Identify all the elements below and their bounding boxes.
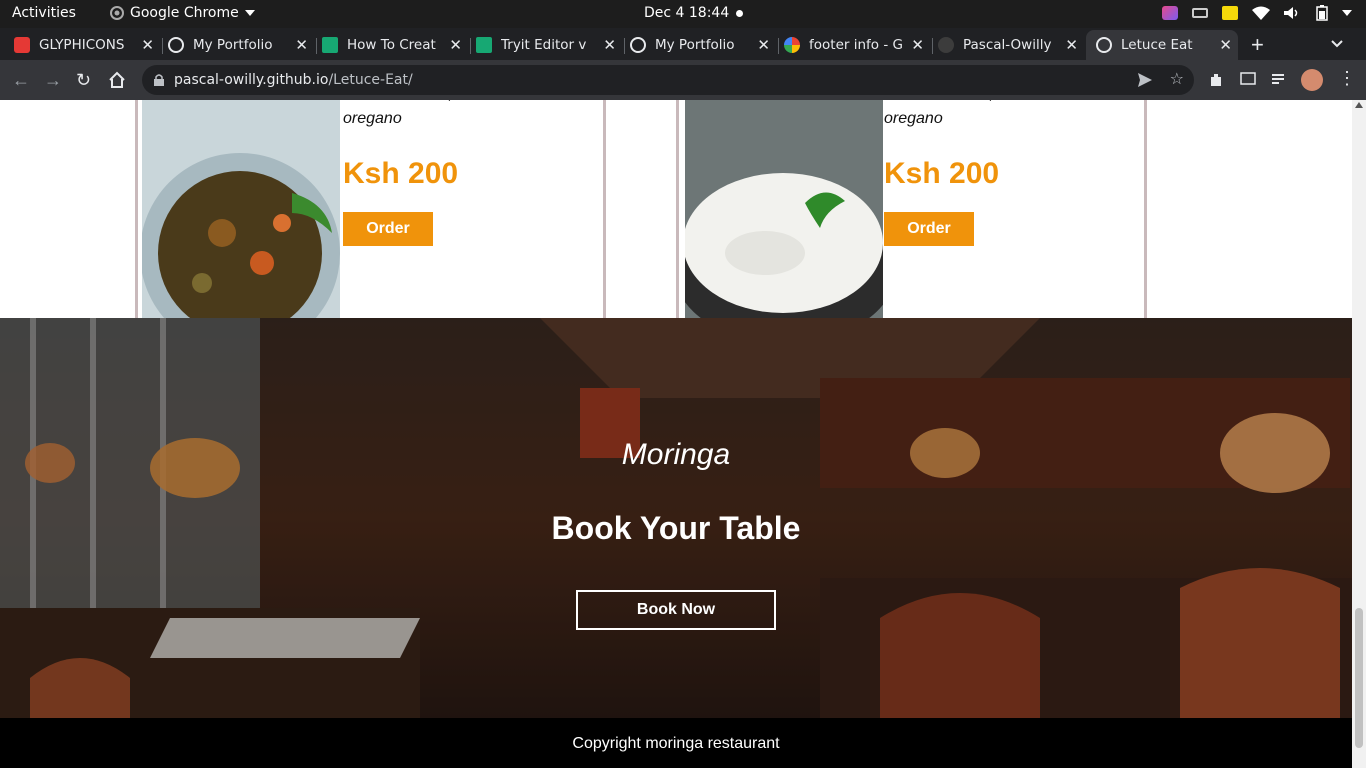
tab[interactable]: My Portfolio ✕ xyxy=(168,30,314,60)
wifi-icon xyxy=(1252,6,1270,20)
close-icon[interactable]: ✕ xyxy=(141,36,154,54)
url-path: /Letuce-Eat/ xyxy=(328,72,413,88)
new-tab-button[interactable]: + xyxy=(1251,32,1264,58)
tab-divider xyxy=(316,38,317,54)
google-icon xyxy=(784,37,800,53)
book-now-button[interactable]: Book Now xyxy=(576,590,776,630)
tab-search-icon[interactable] xyxy=(1331,40,1343,48)
dish-image-stew xyxy=(142,100,340,333)
hero-heading: Book Your Table xyxy=(551,510,801,546)
scrollbar-thumb[interactable] xyxy=(1355,608,1363,748)
media-queue-icon[interactable] xyxy=(1272,73,1288,87)
tab-strip: GLYPHICONS ✕ My Portfolio ✕ How To Creat… xyxy=(0,28,1366,60)
close-icon[interactable]: ✕ xyxy=(603,36,616,54)
hero-tagline: Moringa xyxy=(621,438,731,471)
cast-icon[interactable] xyxy=(1240,72,1256,86)
order-button[interactable]: Order xyxy=(884,212,974,246)
close-icon[interactable]: ✕ xyxy=(911,36,924,54)
github-icon xyxy=(938,37,954,53)
home-icon[interactable] xyxy=(108,71,126,89)
tab-divider xyxy=(470,38,471,54)
url-bar[interactable]: pascal-owilly.github.io /Letuce-Eat/ ☆ xyxy=(142,65,1194,95)
system-top-bar: Activities Google Chrome Dec 4 18:44 xyxy=(0,0,1366,28)
close-icon[interactable]: ✕ xyxy=(1219,36,1232,54)
clock[interactable]: Dec 4 18:44 xyxy=(644,5,729,21)
lock-icon xyxy=(154,74,164,86)
glyphicons-icon xyxy=(14,37,30,53)
booking-hero: Moringa Book Your Table Book Now xyxy=(0,318,1352,718)
page-viewport: Tomato source, mozzarella & oregano Ksh … xyxy=(0,100,1352,768)
tab[interactable]: GLYPHICONS ✕ xyxy=(14,30,160,60)
close-icon[interactable]: ✕ xyxy=(449,36,462,54)
volume-icon xyxy=(1284,7,1298,19)
tab[interactable]: My Portfolio ✕ xyxy=(630,30,776,60)
url-host: pascal-owilly.github.io xyxy=(174,72,329,88)
globe-icon xyxy=(1096,37,1112,53)
tab-divider xyxy=(624,38,625,54)
close-icon[interactable]: ✕ xyxy=(1065,36,1078,54)
send-icon[interactable] xyxy=(1138,73,1152,87)
notes-icon xyxy=(1222,6,1238,20)
bookmark-star-icon[interactable]: ☆ xyxy=(1170,69,1184,88)
close-icon[interactable]: ✕ xyxy=(295,36,308,54)
tab-divider xyxy=(932,38,933,54)
chevron-down-icon xyxy=(1342,10,1352,16)
chevron-down-icon xyxy=(244,10,255,16)
toolbar: ← → ↻ pascal-owilly.github.io /Letuce-Ea… xyxy=(0,60,1366,100)
footer-copyright: Copyright moringa restaurant xyxy=(572,735,780,752)
tab[interactable]: Tryit Editor v ✕ xyxy=(476,30,622,60)
order-button[interactable]: Order xyxy=(343,212,433,246)
tab[interactable]: How To Creat ✕ xyxy=(322,30,468,60)
drive-icon xyxy=(1192,8,1208,18)
battery-icon xyxy=(1316,5,1328,21)
tab-divider xyxy=(778,38,779,54)
dish-description: Tomato source, mozzarella & oregano xyxy=(343,100,550,127)
chrome-icon xyxy=(110,6,124,20)
close-icon[interactable]: ✕ xyxy=(757,36,770,54)
system-tray[interactable] xyxy=(1162,5,1352,21)
avatar[interactable] xyxy=(1301,69,1323,91)
dish-image-rice xyxy=(685,100,883,333)
activities-button[interactable]: Activities xyxy=(12,5,76,21)
tab[interactable]: Pascal-Owilly ✕ xyxy=(938,30,1084,60)
footer: Copyright moringa restaurant xyxy=(0,718,1352,768)
globe-icon xyxy=(168,37,184,53)
scroll-up-arrow[interactable] xyxy=(1355,102,1363,108)
scrollbar[interactable] xyxy=(1352,100,1366,768)
forward-icon[interactable]: → xyxy=(44,70,62,90)
dish-price: Ksh 200 xyxy=(884,157,1000,190)
tab[interactable]: footer info - G ✕ xyxy=(784,30,930,60)
tab-divider xyxy=(162,38,163,54)
back-icon[interactable]: ← xyxy=(12,70,30,90)
dish-description: Tomato source, mozzarella & oregano xyxy=(884,100,1091,127)
dish-price: Ksh 200 xyxy=(343,157,459,190)
w3schools-icon xyxy=(322,37,338,53)
kebab-menu-icon[interactable]: ⋮ xyxy=(1338,68,1356,88)
notification-dot xyxy=(736,10,743,17)
globe-icon xyxy=(630,37,646,53)
extensions-icon[interactable] xyxy=(1208,72,1224,88)
reload-icon[interactable]: ↻ xyxy=(76,70,91,90)
tab-active[interactable]: Letuce Eat ✕ xyxy=(1086,30,1238,60)
w3schools-icon xyxy=(476,37,492,53)
app-menu[interactable]: Google Chrome xyxy=(110,5,255,21)
app-indicator-icon xyxy=(1162,6,1178,20)
app-name: Google Chrome xyxy=(130,5,239,21)
